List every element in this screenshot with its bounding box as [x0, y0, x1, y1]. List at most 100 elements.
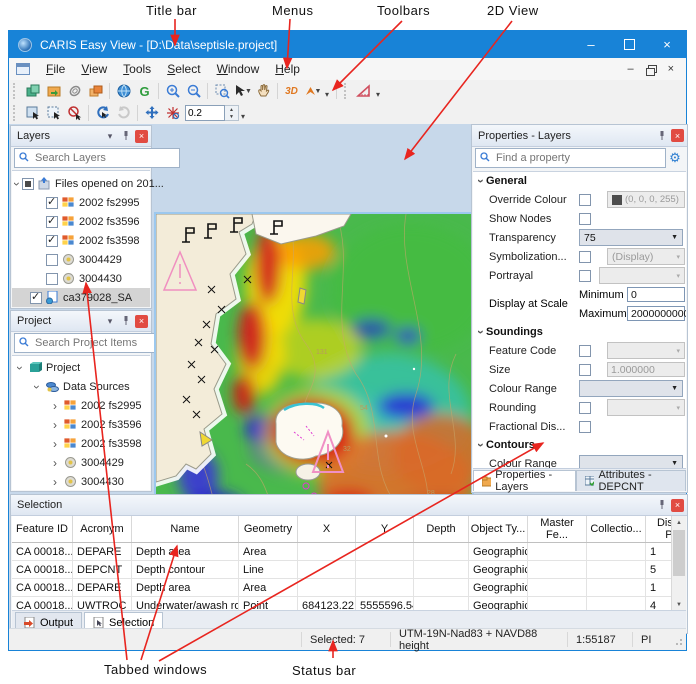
google-earth-button[interactable]: G	[134, 82, 155, 100]
table-cell[interactable]	[414, 543, 469, 561]
column-header[interactable]: Name	[132, 516, 239, 543]
column-header[interactable]: Collectio...	[587, 516, 646, 543]
table-cell[interactable]: UWTROC	[73, 597, 132, 612]
feature-code-checkbox[interactable]	[579, 345, 591, 357]
table-cell[interactable]: 684123.22	[298, 597, 356, 612]
table-cell[interactable]: Area	[239, 543, 298, 561]
north-arrow-button[interactable]: ▼	[302, 82, 323, 100]
table-cell[interactable]: Depth area	[132, 579, 239, 597]
colour-range-dropdown[interactable]: ▼	[579, 380, 683, 397]
table-cell[interactable]	[587, 597, 646, 612]
fractional-checkbox[interactable]	[579, 421, 591, 433]
table-cell[interactable]	[587, 579, 646, 597]
toolbar-grip[interactable]	[13, 105, 19, 121]
table-cell[interactable]	[298, 579, 356, 597]
section-soundings[interactable]: ›Soundings	[473, 323, 686, 341]
portrayal-checkbox[interactable]	[579, 270, 591, 282]
table-cell[interactable]	[528, 561, 587, 579]
table-cell[interactable]: Geographic	[469, 561, 528, 579]
rounding-checkbox[interactable]	[579, 402, 591, 414]
pin-icon[interactable]	[119, 314, 133, 328]
table-cell[interactable]: 5	[646, 561, 673, 579]
panel-close-icon[interactable]: ×	[135, 315, 148, 328]
layer-checkbox[interactable]	[46, 216, 58, 228]
column-header[interactable]: X	[298, 516, 356, 543]
layer-checkbox[interactable]	[46, 235, 58, 247]
select-tool-button[interactable]: ▼	[232, 82, 253, 100]
previous-selection-button[interactable]	[92, 104, 113, 122]
next-selection-button[interactable]	[113, 104, 134, 122]
close-button[interactable]: ×	[648, 31, 686, 58]
contours-colour-range-dropdown[interactable]: ▼	[579, 455, 683, 468]
measure-tool-button[interactable]	[353, 82, 374, 100]
expander-icon[interactable]: ›	[32, 382, 42, 392]
toolbar-grip[interactable]	[13, 83, 19, 99]
table-cell[interactable]: Area	[239, 579, 298, 597]
override-colour-checkbox[interactable]	[579, 194, 591, 206]
table-cell[interactable]: 5555596.54	[356, 597, 414, 612]
mdi-minimize-button[interactable]: –	[627, 63, 633, 75]
table-row[interactable]: CA 00018...DEPAREDepth areaAreaGeographi…	[12, 579, 672, 597]
toolbar-overflow-icon[interactable]: ▾	[325, 90, 329, 99]
table-cell[interactable]	[356, 579, 414, 597]
table-cell[interactable]	[298, 543, 356, 561]
copy-layers-button[interactable]	[85, 82, 106, 100]
table-cell[interactable]: CA 00018...	[12, 543, 73, 561]
tab-properties-layers[interactable]: Properties - Layers	[473, 470, 576, 491]
table-cell[interactable]: Line	[239, 561, 298, 579]
table-cell[interactable]: 4	[646, 597, 673, 612]
table-cell[interactable]	[528, 543, 587, 561]
override-colour-value[interactable]: (0, 0, 0, 255)	[607, 191, 685, 208]
zoom-factor-input[interactable]	[185, 105, 225, 121]
section-contours[interactable]: ›Contours	[473, 436, 686, 454]
vertical-scrollbar[interactable]: ▲ ▼	[671, 516, 686, 611]
tree-item-source[interactable]: › 3004430	[12, 472, 150, 491]
mdi-close-button[interactable]: ×	[668, 63, 674, 75]
table-cell[interactable]	[356, 561, 414, 579]
column-header[interactable]: Feature ID	[12, 516, 73, 543]
table-cell[interactable]	[414, 597, 469, 612]
panel-close-icon[interactable]: ×	[671, 129, 684, 142]
expander-icon[interactable]: ›	[15, 363, 25, 373]
rounding-dropdown[interactable]: ▾	[607, 399, 685, 416]
table-cell[interactable]: DEPARE	[73, 579, 132, 597]
pin-icon[interactable]	[655, 498, 669, 512]
table-cell[interactable]	[414, 579, 469, 597]
status-scale[interactable]: 1:55187	[567, 632, 632, 647]
menu-window[interactable]: Window	[209, 60, 268, 78]
expander-icon[interactable]: ›	[50, 477, 60, 487]
menu-tools[interactable]: Tools	[115, 60, 159, 78]
table-cell[interactable]: CA 00018...	[12, 579, 73, 597]
column-header[interactable]: Y	[356, 516, 414, 543]
table-cell[interactable]	[356, 543, 414, 561]
pin-icon[interactable]	[119, 129, 133, 143]
column-header[interactable]: Master Fe...	[528, 516, 587, 543]
layer-checkbox[interactable]	[30, 292, 42, 304]
column-header[interactable]: Display Pr...	[646, 516, 673, 543]
tree-item-layer[interactable]: 2002 fs3598	[12, 231, 150, 250]
tree-item-layer[interactable]: 3004429	[12, 250, 150, 269]
table-cell[interactable]: DEPARE	[73, 543, 132, 561]
zoom-in-button[interactable]	[162, 82, 183, 100]
section-general[interactable]: ›General	[473, 172, 686, 190]
table-cell[interactable]: Geographic	[469, 543, 528, 561]
tree-item-project-root[interactable]: › Project	[12, 358, 150, 377]
tab-attributes-depcnt[interactable]: Attributes - DEPCNT	[576, 470, 686, 491]
minimize-button[interactable]: –	[572, 31, 610, 58]
table-row[interactable]: CA 00018...DEPAREDepth areaArea Geographi…	[12, 543, 672, 561]
table-cell[interactable]	[587, 543, 646, 561]
table-cell[interactable]: Depth area	[132, 543, 239, 561]
feature-code-dropdown[interactable]: ▾	[607, 342, 685, 359]
table-cell[interactable]: CA 00018...	[12, 561, 73, 579]
table-cell[interactable]	[528, 597, 587, 612]
property-search-input[interactable]	[494, 151, 665, 165]
zoom-out-button[interactable]	[183, 82, 204, 100]
tree-item-layer-selected[interactable]: ca379028_SA	[12, 288, 150, 307]
tree-item-layer[interactable]: 3004430	[12, 269, 150, 288]
symbolization-dropdown[interactable]: (Display)▾	[607, 248, 685, 265]
pan-tool-button[interactable]	[253, 82, 274, 100]
panel-close-icon[interactable]: ×	[671, 499, 684, 512]
pan-to-selection-button[interactable]	[141, 104, 162, 122]
tree-item-files-root[interactable]: › Files opened on 201...	[12, 174, 150, 193]
table-cell[interactable]: Point	[239, 597, 298, 612]
